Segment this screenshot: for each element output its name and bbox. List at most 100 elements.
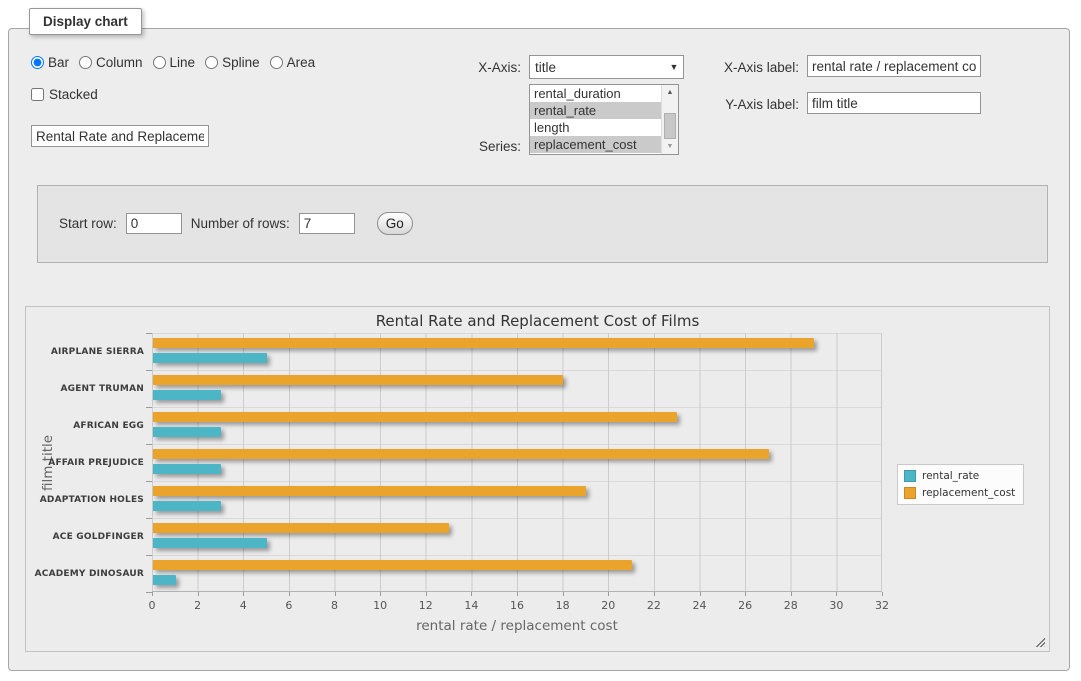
y-axis-tick xyxy=(146,407,152,408)
x-axis-tick-label: 32 xyxy=(865,599,899,612)
x-axis-tick-label: 22 xyxy=(637,599,671,612)
bar-replacement_cost xyxy=(153,338,814,348)
x-axis-tick-label: 12 xyxy=(409,599,443,612)
chart-type-area[interactable]: Area xyxy=(270,55,316,70)
start-row-input[interactable] xyxy=(126,213,182,234)
x-axis-tick-label: 10 xyxy=(363,599,397,612)
x-axis-tick xyxy=(836,592,837,596)
bar-rental_rate xyxy=(153,538,267,548)
series-listbox[interactable]: rental_durationrental_ratelengthreplacem… xyxy=(529,84,679,155)
series-select-label: Series: xyxy=(419,139,521,154)
series-option-rental_duration[interactable]: rental_duration xyxy=(530,85,661,102)
chart-type-label: Line xyxy=(170,55,196,70)
number-of-rows-input[interactable] xyxy=(299,213,355,234)
x-axis-tick-label: 18 xyxy=(546,599,580,612)
series-options: rental_durationrental_ratelengthreplacem… xyxy=(530,85,661,154)
x-axis-select-label: X-Axis: xyxy=(419,60,521,75)
x-axis-tick xyxy=(517,592,518,596)
x-axis-tick xyxy=(243,592,244,596)
y-axis-tick xyxy=(146,481,152,482)
chart-x-axis-title: rental rate / replacement cost xyxy=(152,618,882,634)
scroll-up-icon[interactable]: ▲ xyxy=(662,85,678,100)
rows-panel: Start row: Number of rows: Go xyxy=(37,185,1048,263)
start-row-label: Start row: xyxy=(59,216,117,231)
x-axis-tick-label: 6 xyxy=(272,599,306,612)
x-axis-tick xyxy=(152,592,153,596)
x-axis-tick xyxy=(608,592,609,596)
legend-label: rental_rate xyxy=(922,470,979,482)
category-label: ACADEMY DINOSAUR xyxy=(30,569,144,579)
x-axis-tick xyxy=(745,592,746,596)
chart-type-radio-group: Bar Column Line Spline Area xyxy=(31,55,315,70)
category-label: AFFAIR PREJUDICE xyxy=(30,458,144,468)
y-axis-tick xyxy=(146,370,152,371)
x-axis-tick-label: 14 xyxy=(454,599,488,612)
x-axis-tick-label: 16 xyxy=(500,599,534,612)
chart-panel: Rental Rate and Replacement Cost of Film… xyxy=(25,306,1050,652)
chart-type-column[interactable]: Column xyxy=(79,55,143,70)
scrollbar-thumb[interactable] xyxy=(664,113,676,139)
x-axis-tick-label: 26 xyxy=(728,599,762,612)
x-axis-tick xyxy=(198,592,199,596)
legend-item-rental_rate: rental_rate xyxy=(904,470,1015,482)
x-axis-tick xyxy=(700,592,701,596)
series-option-length[interactable]: length xyxy=(530,119,661,136)
chart-type-column-radio[interactable] xyxy=(79,56,92,69)
series-scrollbar[interactable]: ▲ ▼ xyxy=(661,85,678,154)
legend-swatch-icon xyxy=(904,470,916,482)
legend-item-replacement_cost: replacement_cost xyxy=(904,487,1015,499)
bar-replacement_cost xyxy=(153,449,769,459)
chart-type-area-radio[interactable] xyxy=(270,56,283,69)
x-axis-tick-label: 28 xyxy=(774,599,808,612)
chart-type-label: Column xyxy=(96,55,143,70)
chart-type-spline-radio[interactable] xyxy=(205,56,218,69)
x-axis-tick-label: 0 xyxy=(135,599,169,612)
y-axis-tick xyxy=(146,518,152,519)
scroll-down-icon[interactable]: ▼ xyxy=(662,139,678,154)
x-axis-tick xyxy=(471,592,472,596)
stacked-checkbox[interactable] xyxy=(31,88,44,101)
bar-rental_rate xyxy=(153,427,221,437)
bar-rental_rate xyxy=(153,464,221,474)
x-axis-tick xyxy=(380,592,381,596)
chart-type-line[interactable]: Line xyxy=(153,55,196,70)
x-axis-select-value: title xyxy=(530,60,665,75)
category-label: ACE GOLDFINGER xyxy=(30,532,144,542)
chart-type-label: Spline xyxy=(222,55,260,70)
x-axis-tick-label: 24 xyxy=(683,599,717,612)
number-of-rows-label: Number of rows: xyxy=(191,216,290,231)
category-label: AFRICAN EGG xyxy=(30,421,144,431)
category-label: AIRPLANE SIERRA xyxy=(30,347,144,357)
stacked-label: Stacked xyxy=(49,87,98,102)
chart-type-bar-radio[interactable] xyxy=(31,56,44,69)
x-axis-tick xyxy=(654,592,655,596)
chart-type-line-radio[interactable] xyxy=(153,56,166,69)
x-axis-label-caption: X-Axis label: xyxy=(697,60,799,75)
chart-title-input[interactable] xyxy=(31,125,209,147)
chart-type-bar[interactable]: Bar xyxy=(31,55,69,70)
y-axis-tick xyxy=(146,555,152,556)
x-axis-label-input[interactable] xyxy=(807,55,981,77)
bar-rental_rate xyxy=(153,501,221,511)
bar-rental_rate xyxy=(153,353,267,363)
chevron-down-icon: ▼ xyxy=(665,62,683,72)
series-option-replacement_cost[interactable]: replacement_cost xyxy=(530,136,661,153)
go-button[interactable]: Go xyxy=(377,212,413,235)
x-axis-tick-label: 8 xyxy=(318,599,352,612)
y-axis-tick xyxy=(146,444,152,445)
bar-replacement_cost xyxy=(153,560,632,570)
chart-type-spline[interactable]: Spline xyxy=(205,55,260,70)
x-axis-tick xyxy=(791,592,792,596)
plot-area xyxy=(152,333,882,592)
chart-title: Rental Rate and Replacement Cost of Film… xyxy=(26,312,1049,330)
resize-handle-icon[interactable] xyxy=(1034,636,1045,647)
x-axis-tick xyxy=(563,592,564,596)
series-option-rental_rate[interactable]: rental_rate xyxy=(530,102,661,119)
x-axis-select[interactable]: title ▼ xyxy=(529,55,684,79)
x-axis-tick-label: 4 xyxy=(226,599,260,612)
x-axis-tick-label: 20 xyxy=(591,599,625,612)
y-axis-label-input[interactable] xyxy=(807,92,981,114)
y-axis-tick xyxy=(146,333,152,334)
y-axis-label-caption: Y-Axis label: xyxy=(697,97,799,112)
bar-replacement_cost xyxy=(153,523,449,533)
